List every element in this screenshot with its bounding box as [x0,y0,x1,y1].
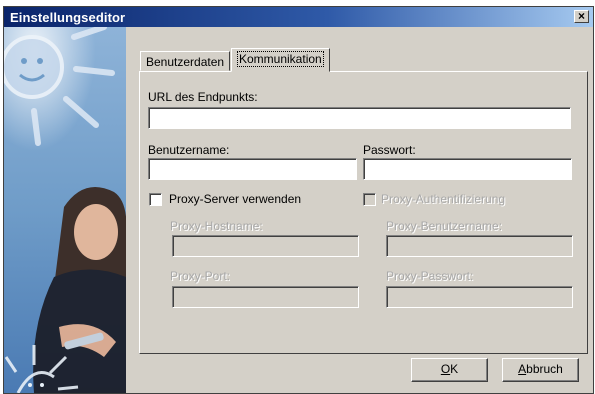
ok-label-rest: K [450,362,459,376]
window-title: Einstellungseditor [10,10,126,25]
settings-dialog: Einstellungseditor × Benutzerdaten Kommu… [3,6,594,394]
proxy-username-input[interactable] [386,235,573,257]
close-button[interactable]: × [574,10,589,23]
proxy-hostname-input[interactable] [172,235,359,257]
cancel-mnemonic: A [518,362,527,376]
proxy-password-label: Proxy-Passwort: [386,269,474,283]
side-banner-image [4,27,126,393]
proxy-server-checkbox[interactable] [149,193,162,206]
cancel-button[interactable]: Abbruch [502,358,579,382]
username-label: Benutzername: [148,143,230,157]
password-label: Passwort: [363,143,416,157]
tab-kommunikation[interactable]: Kommunikation [231,48,330,72]
password-input[interactable] [363,158,572,180]
proxy-password-input[interactable] [386,286,573,308]
proxy-server-label[interactable]: Proxy-Server verwenden [169,192,301,206]
tab-kommunikation-label: Kommunikation [237,51,324,67]
tab-benutzerdaten-label: Benutzerdaten [146,55,225,69]
ok-mnemonic: O [440,362,451,376]
proxy-username-label: Proxy-Benutzername: [386,219,503,233]
tab-benutzerdaten[interactable]: Benutzerdaten [140,51,231,71]
proxy-hostname-label: Proxy-Hostname: [170,219,263,233]
username-input[interactable] [148,158,357,180]
proxy-auth-label: Proxy-Authentifizierung [381,192,506,206]
cancel-label-rest: bbruch [526,362,563,376]
proxy-port-input[interactable] [172,286,359,308]
url-label: URL des Endpunkts: [148,90,258,104]
title-bar[interactable]: Einstellungseditor × [4,7,593,27]
close-icon: × [577,9,585,23]
ok-button[interactable]: OK [411,358,488,382]
side-banner-graphic [4,27,126,393]
proxy-auth-checkbox[interactable] [363,193,376,206]
url-input[interactable] [148,107,571,129]
proxy-port-label: Proxy-Port: [170,269,231,283]
